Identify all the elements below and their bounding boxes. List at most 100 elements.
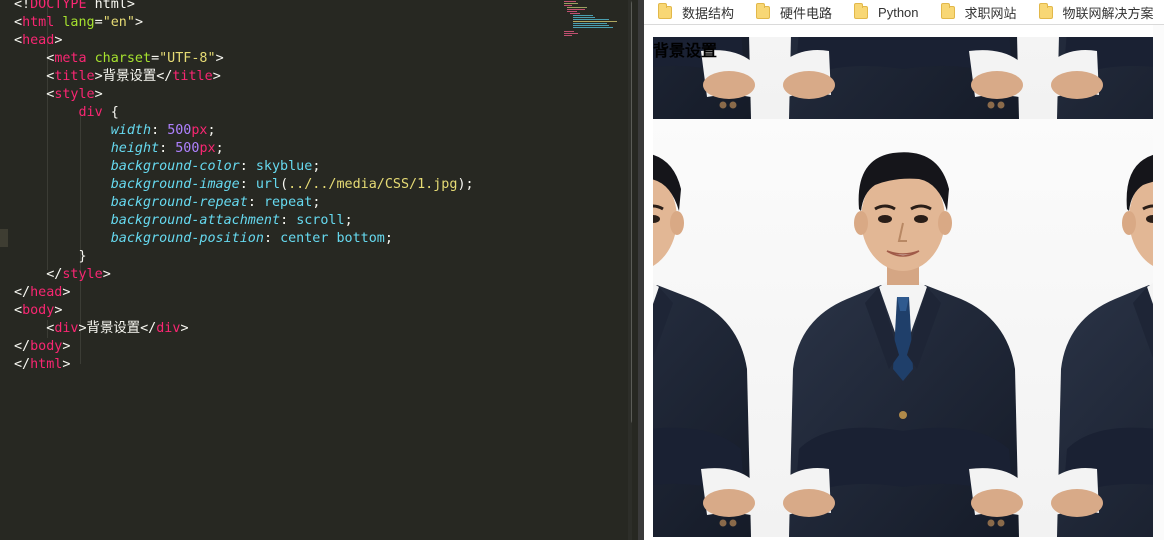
editor-scrollbar-thumb[interactable]: [631, 0, 632, 424]
code-token: background-color: [110, 159, 240, 174]
code-token: >背景设置</: [78, 321, 157, 336]
code-token: background-image: [110, 177, 240, 192]
code-token: background-position: [110, 231, 264, 246]
code-line[interactable]: }: [14, 248, 474, 266]
code-line[interactable]: background-position: center bottom;: [14, 230, 474, 248]
folder-icon: [1038, 2, 1053, 19]
code-token: :: [159, 141, 176, 156]
code-line[interactable]: </style>: [14, 266, 474, 284]
code-token: 500: [175, 141, 200, 156]
code-token: (: [280, 177, 289, 192]
code-line[interactable]: <!DOCTYPE html>: [14, 0, 474, 14]
bookmarks-bar: 数据结构 硬件电路 Python 求职网站 物联网解决方案 质: [644, 0, 1164, 25]
browser-window: 数据结构 硬件电路 Python 求职网站 物联网解决方案 质 背景设置: [644, 0, 1164, 540]
page-viewport[interactable]: 背景设置: [644, 25, 1164, 540]
code-line[interactable]: <body>: [14, 302, 474, 320]
code-token: >: [94, 87, 103, 102]
code-token: ;: [344, 213, 353, 228]
bookmark-folder[interactable]: 物联网解决方案: [1038, 2, 1154, 22]
code-token: charset: [94, 51, 152, 66]
code-token: meta: [54, 51, 87, 66]
code-token: >: [54, 33, 63, 48]
code-token: >: [180, 321, 189, 336]
code-token: scroll: [296, 213, 345, 228]
code-line[interactable]: <meta charset="UTF-8">: [14, 50, 474, 68]
code-line[interactable]: </html>: [14, 356, 474, 374]
code-line[interactable]: </body>: [14, 338, 474, 356]
code-token: >: [134, 15, 143, 30]
code-line[interactable]: <head>: [14, 32, 474, 50]
code-token: div: [78, 105, 103, 120]
code-line[interactable]: <title>背景设置</title>: [14, 68, 474, 86]
bookmark-label: 物联网解决方案: [1062, 5, 1154, 21]
code-token: </: [14, 357, 31, 372]
code-token: style: [54, 87, 95, 102]
code-line[interactable]: </head>: [14, 284, 474, 302]
browser-edge: [1153, 25, 1164, 540]
code-line[interactable]: <html lang="en">: [14, 14, 474, 32]
code-token: ../../media/CSS/1.jpg: [288, 177, 458, 192]
code-token: <: [14, 33, 23, 48]
code-token: repeat: [263, 195, 313, 210]
portrait-photo: [1037, 37, 1153, 119]
code-token: ;: [215, 141, 224, 156]
code-token: :: [247, 195, 264, 210]
minimap[interactable]: [560, 0, 630, 40]
code-token: <!: [14, 0, 31, 12]
code-token: </: [14, 267, 63, 282]
code-token: "UTF-8": [159, 51, 216, 66]
code-token: :: [280, 213, 297, 228]
code-line[interactable]: background-repeat: repeat;: [14, 194, 474, 212]
code-lines[interactable]: <!DOCTYPE html> <html lang="en"> <head> <m…: [14, 0, 474, 374]
code-token: background-repeat: [110, 195, 248, 210]
code-token: ;: [312, 159, 321, 174]
code-token: html: [22, 15, 55, 30]
background-image-tile: [653, 119, 769, 537]
code-token: </: [14, 285, 31, 300]
code-line[interactable]: background-attachment: scroll;: [14, 212, 474, 230]
code-token: "en": [102, 15, 135, 30]
code-token: skyblue: [255, 159, 313, 174]
code-token: ;: [384, 231, 393, 246]
code-token: height: [110, 141, 160, 156]
demo-box-text: 背景设置: [653, 43, 718, 60]
bookmark-label: Python: [878, 4, 919, 20]
portrait-photo: [769, 119, 1037, 537]
code-line[interactable]: width: 500px;: [14, 122, 474, 140]
code-line[interactable]: <div>背景设置</div>: [14, 320, 474, 338]
code-token: <: [14, 87, 55, 102]
code-token: center bottom: [280, 231, 385, 246]
code-token: html: [30, 357, 63, 372]
folder-icon: [756, 2, 771, 19]
code-token: );: [457, 177, 474, 192]
code-token: div: [156, 321, 181, 336]
current-line-highlight: [0, 229, 8, 247]
code-token: :: [239, 177, 256, 192]
code-editor[interactable]: <!DOCTYPE html> <html lang="en"> <head> <m…: [0, 0, 632, 540]
code-token: >背景设置</: [94, 69, 173, 84]
bookmark-folder[interactable]: Python: [854, 2, 919, 20]
code-line[interactable]: height: 500px;: [14, 140, 474, 158]
portrait-photo: [653, 119, 769, 537]
bookmark-label: 数据结构: [682, 5, 735, 21]
folder-icon: [658, 2, 672, 19]
code-token: >: [62, 285, 71, 300]
code-token: lang: [62, 15, 95, 30]
bookmark-folder[interactable]: 硬件电路: [756, 2, 832, 22]
code-line[interactable]: background-color: skyblue;: [14, 158, 474, 176]
bookmark-folder[interactable]: 数据结构: [658, 2, 735, 22]
background-image-tile: [1037, 119, 1153, 537]
code-token: ;: [312, 195, 321, 210]
code-token: head: [30, 285, 63, 300]
code-line[interactable]: background-image: url(../../media/CSS/1.…: [14, 176, 474, 194]
code-token: <: [14, 321, 55, 336]
portrait-photo: [1037, 119, 1153, 537]
code-token: </: [14, 339, 31, 354]
code-line[interactable]: div {: [14, 104, 474, 122]
code-line[interactable]: <style>: [14, 86, 474, 104]
bookmark-folder[interactable]: 求职网站: [940, 2, 1017, 22]
